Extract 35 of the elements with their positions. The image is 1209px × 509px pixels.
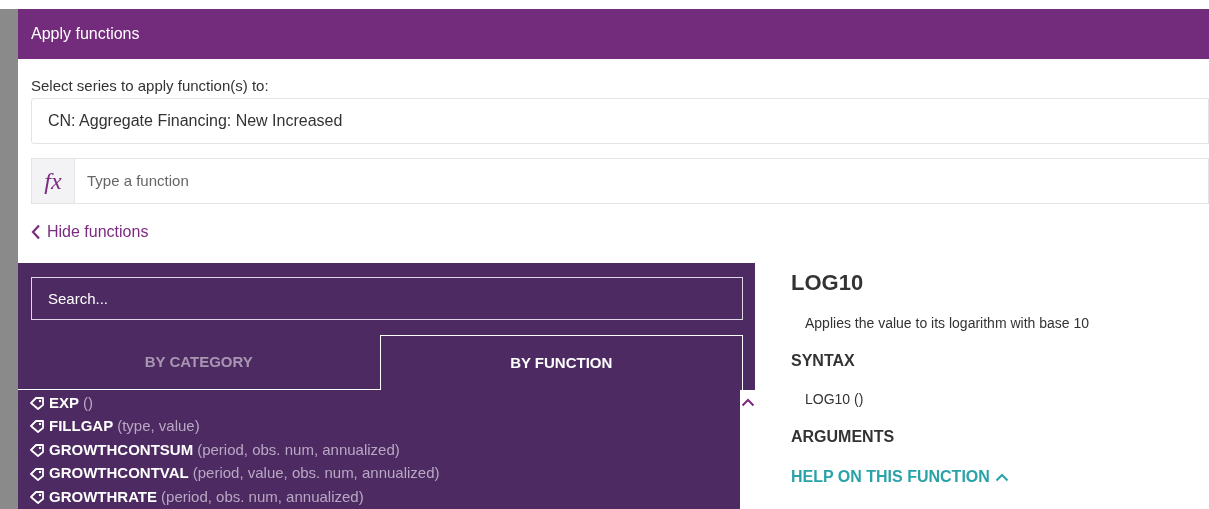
function-item[interactable]: EXP () bbox=[30, 391, 740, 415]
function-icon: fx bbox=[31, 158, 75, 205]
function-args: () bbox=[83, 392, 93, 413]
function-args: (period, value, obs. num, annualized) bbox=[192, 463, 440, 484]
syntax-heading: SYNTAX bbox=[791, 351, 856, 372]
function-item[interactable]: FILLGAP (type, value) bbox=[30, 414, 740, 439]
function-title: LOG10 bbox=[791, 269, 865, 298]
function-name: GROWTHCONTSUM bbox=[49, 439, 194, 460]
tag-icon bbox=[30, 466, 45, 481]
series-label: Select series to apply function(s) to: bbox=[31, 76, 270, 97]
function-args: (period, obs. num, annualized) bbox=[161, 486, 364, 507]
function-name: GROWTHCONTVAL bbox=[49, 463, 189, 484]
function-name: GROWTHRATE bbox=[49, 486, 158, 507]
scroll-up-icon bbox=[740, 398, 755, 408]
arguments-heading: ARGUMENTS bbox=[791, 427, 896, 448]
tag-icon bbox=[30, 443, 45, 457]
function-name: EXP bbox=[49, 392, 79, 413]
function-args: (type, value) bbox=[117, 416, 200, 437]
chevron-left-icon bbox=[31, 224, 41, 241]
function-item[interactable]: GROWTHRATE (period, obs. num, annualized) bbox=[30, 485, 740, 509]
syntax-text: LOG10 () bbox=[805, 390, 865, 409]
tag-icon bbox=[30, 490, 45, 505]
function-field[interactable]: Type a function bbox=[75, 158, 1209, 205]
chevron-up-icon bbox=[994, 472, 1009, 482]
hide-functions-link[interactable]: Hide functions bbox=[31, 220, 149, 245]
function-args: (period, obs. num, annualized) bbox=[197, 439, 400, 460]
tag-icon bbox=[30, 395, 45, 410]
function-item[interactable]: GROWTHCONTSUM (period, obs. num, annualized) bbox=[30, 438, 740, 462]
tag-icon bbox=[30, 419, 45, 434]
search-field[interactable]: Search... bbox=[31, 277, 743, 321]
dialog-title: Apply functions bbox=[31, 24, 140, 44]
function-item[interactable]: GROWTHCONTVAL (period, value, obs. num, annualized) bbox=[30, 461, 740, 486]
function-description: Applies the value to its logarithm with base 10 bbox=[805, 314, 1091, 333]
series-field[interactable]: CN: Aggregate Financing: New Increased bbox=[31, 98, 1209, 145]
function-name: FILLGAP bbox=[49, 416, 114, 437]
